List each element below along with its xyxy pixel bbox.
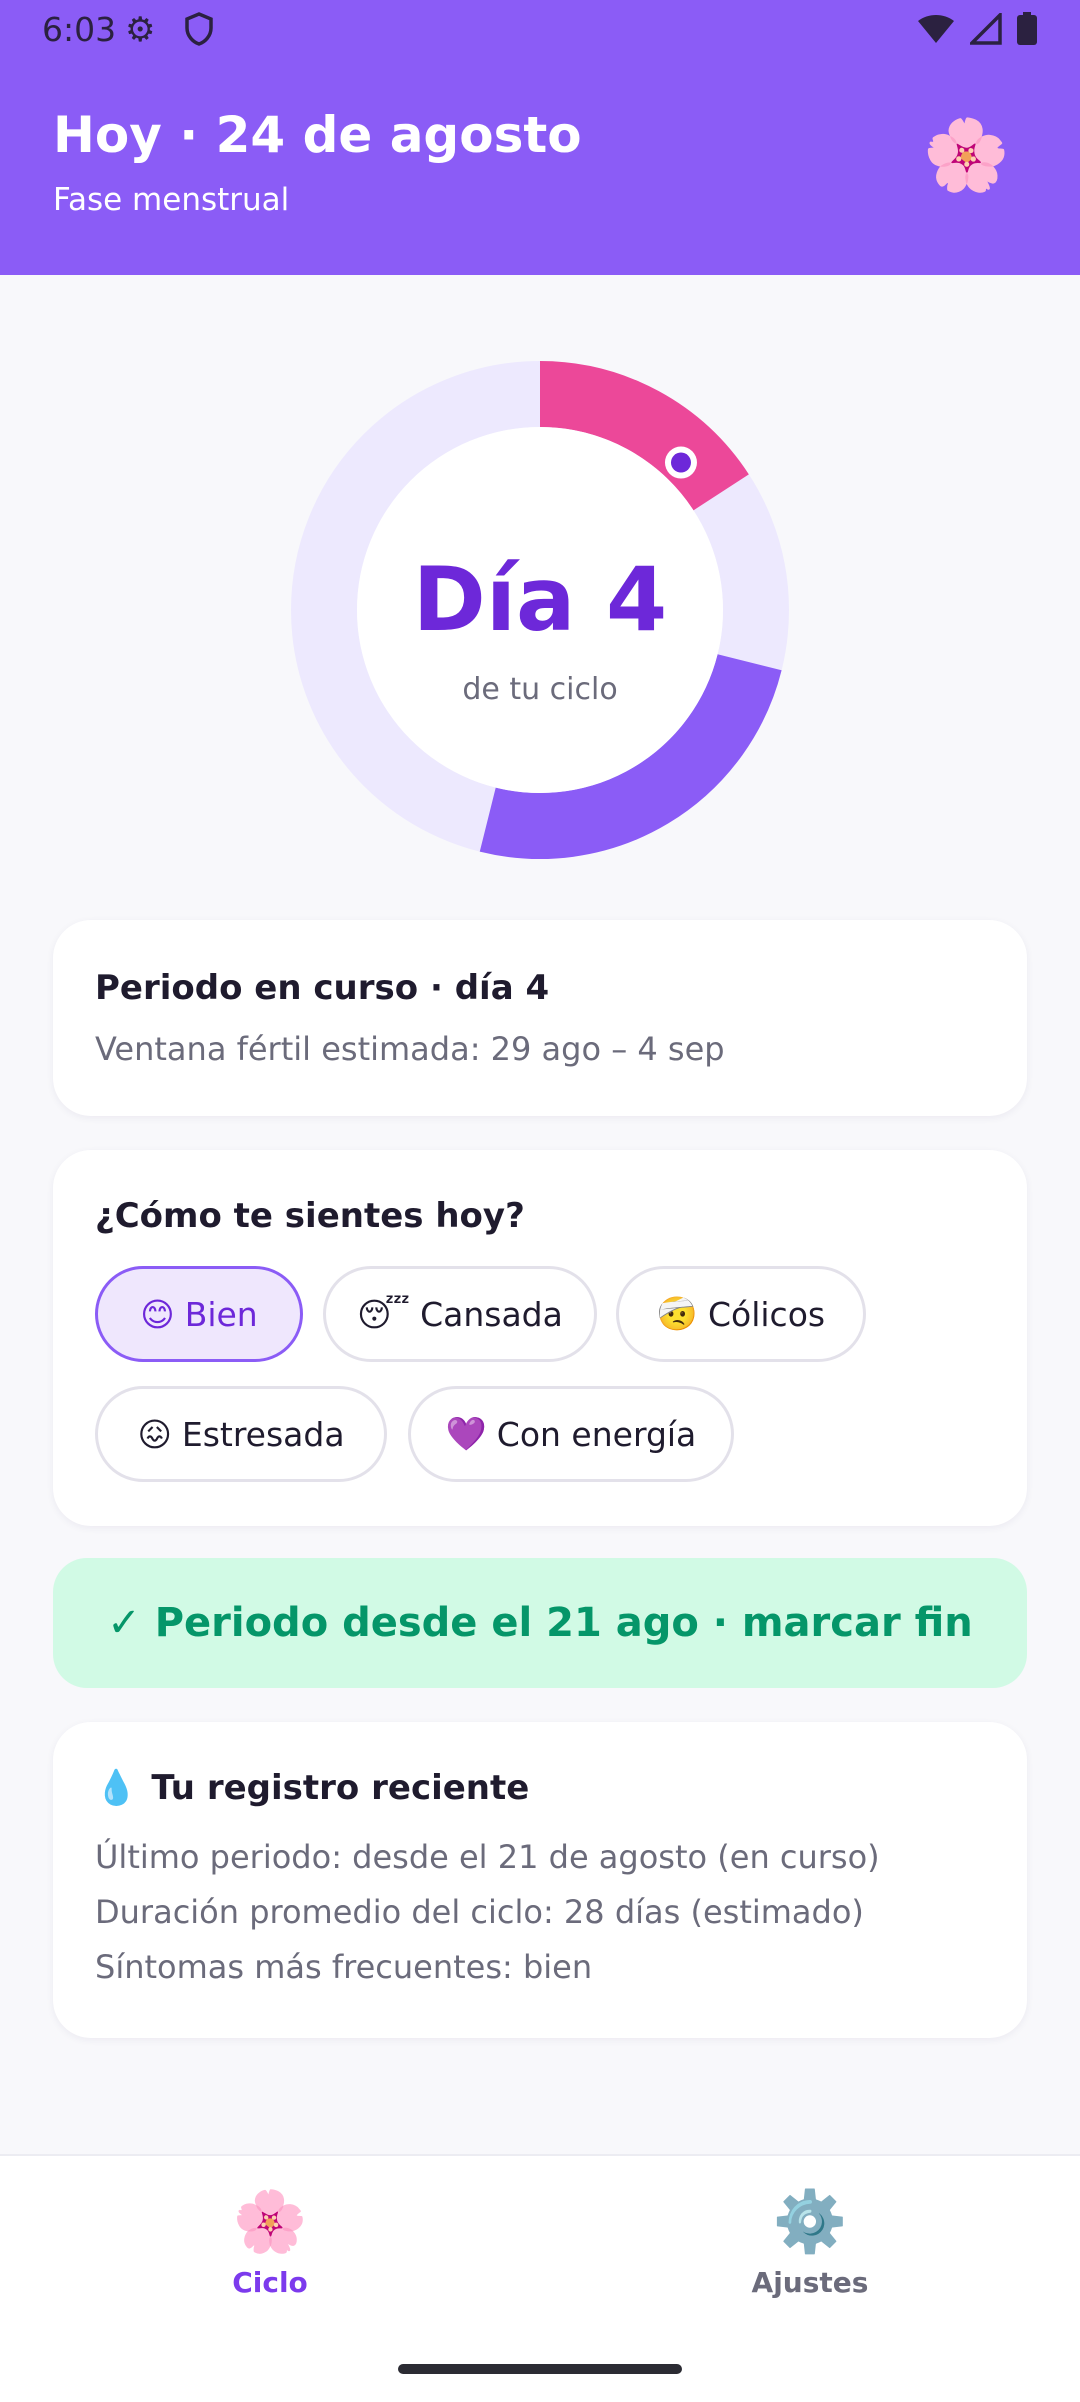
smile-icon: 😊 [140, 1294, 175, 1334]
signal-icon [970, 13, 1002, 45]
bandage-face-icon: 🤕 [656, 1294, 698, 1333]
wifi-icon [918, 15, 954, 43]
nav-item-label: Ajustes [751, 2266, 869, 2299]
recent-log-title: Tu registro reciente [151, 1768, 530, 1808]
current-day-marker-dot [670, 452, 691, 473]
cycle-day-caption: de tu ciclo [462, 672, 618, 707]
mood-chip-label: Bien [184, 1294, 258, 1334]
cycle-phase: Fase menstrual [53, 182, 290, 218]
page-title: Hoy · 24 de agosto [53, 106, 582, 164]
status-right [916, 12, 1038, 46]
mood-chip-label: Estresada [181, 1414, 345, 1454]
mood-card: ¿Cómo te sientes hoy? 😊 Bien 😴 Cansada 🤕… [53, 1150, 1027, 1526]
period-status-title: Periodo en curso · día 4 [95, 968, 550, 1008]
status-time: 6:03 [42, 10, 117, 49]
app-header: 6:03 ⚙ Hoy · 24 de agosto Fase menstrual… [0, 0, 1080, 275]
stressed-face-icon: 😖 [137, 1414, 172, 1454]
droplet-icon: 💧 [95, 1768, 138, 1808]
status-bar: 6:03 ⚙ [0, 0, 1080, 64]
home-indicator[interactable] [398, 2364, 682, 2374]
nav-item-label: Ciclo [232, 2266, 308, 2299]
nav-item-ajustes[interactable]: ⚙️ Ajustes [660, 2192, 960, 2299]
period-status-card: Periodo en curso · día 4 Ventana fértil … [53, 920, 1027, 1116]
battery-icon [1017, 12, 1037, 45]
mood-chip-label: Cólicos [707, 1294, 826, 1334]
mood-chip-bien[interactable]: 😊 Bien [95, 1266, 303, 1362]
flower-icon: 🌸 [922, 114, 1010, 196]
frequent-symptoms-text: Síntomas más frecuentes: bien [95, 1948, 593, 1986]
mark-period-end-button[interactable]: ✓ Periodo desde el 21 ago · marcar fin [53, 1558, 1027, 1688]
mood-chip-label: Cansada [420, 1294, 563, 1334]
flower-icon: 🌸 [232, 2187, 308, 2257]
recent-log-title-row: 💧 Tu registro reciente [95, 1768, 529, 1808]
fertile-window-text: Ventana fértil estimada: 29 ago – 4 sep [95, 1030, 725, 1068]
nav-item-ciclo[interactable]: 🌸 Ciclo [120, 2192, 420, 2299]
recent-log-card: 💧 Tu registro reciente Último periodo: d… [53, 1722, 1027, 2038]
mood-chip-label: Con energía [496, 1414, 697, 1454]
mood-chip-estresada[interactable]: 😖 Estresada [95, 1386, 387, 1482]
last-period-text: Último periodo: desde el 21 de agosto (e… [95, 1838, 880, 1876]
gear-icon: ⚙️ [772, 2187, 848, 2257]
mood-chip-con-energia[interactable]: 💜 Con energía [408, 1386, 734, 1482]
shield-icon [184, 12, 214, 50]
mood-question: ¿Cómo te sientes hoy? [95, 1196, 525, 1236]
cycle-ring: Día 4 de tu ciclo [0, 330, 1080, 890]
sleepy-icon: 😴 [357, 1294, 411, 1334]
cycle-day-label: Día 4 [412, 548, 668, 651]
gear-icon: ⚙ [125, 10, 156, 50]
purple-heart-icon: 💜 [445, 1414, 487, 1453]
mood-chip-cansada[interactable]: 😴 Cansada [323, 1266, 597, 1362]
mood-chip-colicos[interactable]: 🤕 Cólicos [616, 1266, 866, 1362]
avg-cycle-text: Duración promedio del ciclo: 28 días (es… [95, 1893, 864, 1931]
